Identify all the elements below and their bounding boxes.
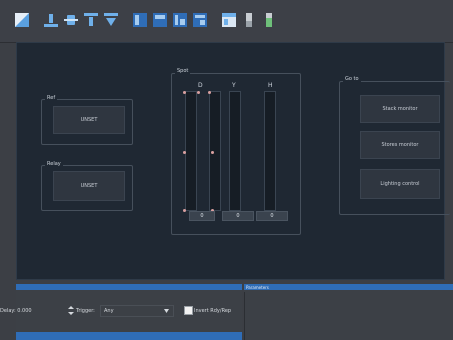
- layout-d-icon[interactable]: [192, 12, 208, 28]
- chevron-down-icon: [164, 309, 169, 313]
- bar-fill-icon[interactable]: [261, 12, 277, 28]
- layout-a-icon[interactable]: [132, 12, 148, 28]
- invert-checkbox-label: Invert Rdy/Rep: [194, 308, 232, 314]
- spot-col-label-h: H: [268, 82, 273, 89]
- relay-unset-button[interactable]: UNSET: [53, 171, 125, 201]
- fader-marker: [197, 91, 200, 94]
- fader-marker: [183, 151, 186, 154]
- goto-group-title: Go to: [343, 76, 361, 82]
- parameters-header: Parameters: [246, 284, 269, 290]
- parameters-panel: Parameters: [244, 284, 453, 340]
- stores-monitor-button[interactable]: Stores monitor: [360, 131, 440, 159]
- align-top-icon[interactable]: [83, 12, 99, 28]
- fader-marker: [208, 91, 211, 94]
- spot-col-label-y: Y: [232, 82, 236, 89]
- layout-b-icon[interactable]: [152, 12, 168, 28]
- stack-monitor-button[interactable]: Stack monitor: [360, 95, 440, 123]
- fader-marker: [211, 151, 214, 154]
- panel-icon[interactable]: [221, 12, 237, 28]
- spot-fader-track-left[interactable]: [185, 91, 197, 211]
- control-panel: Ref UNSET Relay UNSET Spot D Y H 0 0 0 G…: [16, 42, 450, 280]
- trigger-select[interactable]: Any: [100, 305, 174, 317]
- panel-divider: [244, 292, 245, 340]
- spot-col-label-d: D: [198, 82, 203, 89]
- ref-unset-button[interactable]: UNSET: [53, 106, 125, 134]
- fader-marker: [183, 91, 186, 94]
- invert-checkbox[interactable]: [184, 306, 193, 315]
- lighting-control-button[interactable]: Lighting control: [360, 169, 440, 199]
- relay-group-title: Relay: [45, 161, 63, 167]
- align-bottom-icon[interactable]: [43, 12, 59, 28]
- layout-c-icon[interactable]: [172, 12, 188, 28]
- delay-label: Delay: 0.000: [0, 308, 32, 314]
- spot-value-h[interactable]: 0: [256, 211, 288, 221]
- spot-fader-track-h[interactable]: [264, 91, 276, 211]
- fader-marker: [183, 209, 186, 212]
- color-swatch-icon[interactable]: [14, 12, 30, 28]
- delay-spinner-icon[interactable]: [68, 306, 74, 315]
- trigger-select-value: Any: [104, 308, 114, 314]
- ref-group-title: Ref: [45, 95, 58, 101]
- spot-group-title: Spot: [175, 68, 191, 74]
- spot-value-y[interactable]: 0: [222, 211, 254, 221]
- trigger-label: Trigger:: [76, 308, 95, 314]
- bottom-left-header: [16, 284, 242, 290]
- toolbar: [0, 0, 453, 43]
- spot-value-d[interactable]: 0: [189, 211, 215, 221]
- slim-bar-icon[interactable]: [241, 12, 257, 28]
- bottom-left-panel: Delay: 0.000 Trigger: Any Invert Rdy/Rep: [0, 284, 242, 340]
- align-center-icon[interactable]: [63, 12, 79, 28]
- parameters-header-bar: [244, 284, 453, 290]
- spot-fader-track-y[interactable]: [229, 91, 241, 211]
- distribute-icon[interactable]: [103, 12, 119, 28]
- list-selection-row[interactable]: [16, 332, 242, 340]
